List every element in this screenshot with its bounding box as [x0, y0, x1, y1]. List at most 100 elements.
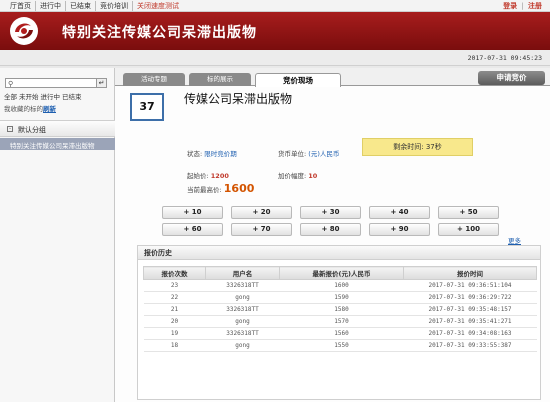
nav-home[interactable]: 厅首页 — [6, 1, 36, 11]
server-time: 2017-07-31 09:45:23 — [467, 54, 542, 62]
bid-time: 2017-07-31 09:33:55:387 — [403, 339, 537, 352]
remaining-time: 剩余时间: 37秒 — [362, 138, 473, 156]
bid-user: 3326318TT — [205, 303, 280, 316]
bid-history-title: 报价历史 — [138, 246, 540, 260]
bid-count: 19 — [143, 327, 206, 340]
bid-history-panel: 报价历史 报价次数 用户名 最新报价(元)人民币 报价时间 23 3326318… — [137, 245, 541, 400]
nav-close-speed-test[interactable]: 关闭速度测试 — [133, 1, 183, 11]
bid-plus-90-button[interactable]: + 90 — [369, 223, 430, 236]
filter-ended[interactable]: 已结束 — [62, 91, 82, 101]
bid-time: 2017-07-31 09:35:48:157 — [403, 303, 537, 316]
filter-not-started[interactable]: 未开始 — [19, 91, 39, 101]
bid-user: gong — [205, 291, 280, 304]
bid-plus-20-button[interactable]: + 20 — [231, 206, 292, 219]
start-price-value: 1200 — [210, 172, 229, 180]
bid-plus-60-button[interactable]: + 60 — [162, 223, 223, 236]
group-label: 默认分组 — [18, 126, 46, 134]
page-header: 特别关注传媒公司呆滞出版物 — [0, 12, 550, 50]
top-nav: 厅首页 进行中 已结束 竞价培训 关闭速度测试 登录 | 注册 — [0, 0, 550, 12]
bid-count: 23 — [143, 279, 206, 292]
bid-plus-40-button[interactable]: + 40 — [369, 206, 430, 219]
table-row: 18 gong 1550 2017-07-31 09:33:55:387 — [143, 339, 537, 352]
column-header: 用户名 — [205, 266, 280, 280]
bid-plus-50-button[interactable]: + 50 — [438, 206, 499, 219]
more-link[interactable]: 更多 — [508, 235, 521, 245]
status-info: 状态: 限时竞价期 — [187, 148, 237, 158]
bid-time: 2017-07-31 09:35:41:271 — [403, 315, 537, 328]
bid-count: 22 — [143, 291, 206, 304]
filter-ongoing[interactable]: 进行中 — [41, 91, 61, 101]
followed-label: 我收藏的标的 — [4, 105, 43, 113]
current-price-info: 当前最高价: 1600 — [187, 182, 254, 195]
auth-separator: | — [521, 2, 524, 10]
status-bar: 2017-07-31 09:45:23 — [0, 50, 550, 66]
swirl-logo-icon — [10, 17, 38, 45]
column-header: 报价次数 — [143, 266, 206, 280]
auth-links: 登录 | 注册 — [501, 1, 544, 11]
bid-plus-100-button[interactable]: + 100 — [438, 223, 499, 236]
bid-plus-70-button[interactable]: + 70 — [231, 223, 292, 236]
tab-bar: 活动专题 标的展示 竞价现场 申请竞价 — [115, 68, 550, 87]
apply-bid-button[interactable]: 申请竞价 — [478, 71, 545, 85]
bid-user: 3326318TT — [205, 279, 280, 292]
filter-all[interactable]: 全部 — [4, 91, 17, 101]
increment-value: 10 — [308, 172, 318, 180]
table-row: 22 gong 1590 2017-07-31 09:36:29:722 — [143, 291, 537, 304]
collapse-icon[interactable]: - — [7, 126, 13, 132]
bid-user: 3326318TT — [205, 327, 280, 340]
currency-value: (元)人民币 — [308, 150, 340, 158]
item-name: 传媒公司呆滞出版物 — [184, 92, 293, 106]
nav-ended[interactable]: 已结束 — [66, 1, 96, 11]
table-row: 19 3326318TT 1560 2017-07-31 09:34:08:16… — [143, 327, 537, 340]
bid-count: 21 — [143, 303, 206, 316]
enter-icon[interactable]: ↵ — [96, 78, 107, 88]
bid-count: 18 — [143, 339, 206, 352]
currency-label: 货币单位: — [278, 150, 307, 158]
bid-user: gong — [205, 339, 280, 352]
refresh-link[interactable]: 刷新 — [43, 105, 56, 113]
bid-price: 1580 — [279, 303, 404, 316]
start-price-info: 起始价: 1200 — [187, 170, 229, 180]
column-header: 最新报价(元)人民币 — [279, 266, 404, 280]
bid-price: 1590 — [279, 291, 404, 304]
group-header[interactable]: - 默认分组 — [0, 120, 115, 137]
login-link[interactable]: 登录 — [501, 2, 519, 10]
tab-activities[interactable]: 活动专题 — [123, 73, 185, 86]
tab-bidding[interactable]: 竞价现场 — [255, 73, 341, 87]
bid-history-table: 报价次数 用户名 最新报价(元)人民币 报价时间 23 3326318TT 16… — [143, 266, 537, 352]
bid-price: 1550 — [279, 339, 404, 352]
bid-time: 2017-07-31 09:36:29:722 — [403, 291, 537, 304]
sidebar-item-selected[interactable]: 特别关注传媒公司呆滞出版物 — [0, 138, 115, 150]
search-icon: ⚲ — [8, 80, 14, 88]
current-price-value: 1600 — [223, 182, 255, 195]
bid-plus-30-button[interactable]: + 30 — [300, 206, 361, 219]
bid-price: 1600 — [279, 279, 404, 292]
column-header: 报价时间 — [403, 266, 537, 280]
bid-plus-80-button[interactable]: + 80 — [300, 223, 361, 236]
main-panel: 活动专题 标的展示 竞价现场 申请竞价 37 传媒公司呆滞出版物 状态: 限时竞… — [115, 68, 550, 402]
status-label: 状态: — [187, 150, 203, 158]
nav-training[interactable]: 竞价培训 — [96, 1, 133, 11]
filter-links: 全部 未开始 进行中 已结束 — [4, 91, 82, 101]
sidebar: ⚲ ↵ 全部 未开始 进行中 已结束 我收藏的标的刷新 - 默认分组 特别关注传… — [0, 68, 115, 402]
status-value: 限时竞价期 — [204, 150, 237, 158]
tab-items[interactable]: 标的展示 — [189, 73, 251, 86]
lot-number-badge: 37 — [130, 93, 164, 121]
increment-label: 加价幅度: — [278, 172, 307, 180]
current-price-label: 当前最高价: — [187, 186, 222, 194]
currency-info: 货币单位: (元)人民币 — [278, 148, 339, 158]
search-input[interactable]: ⚲ — [5, 78, 105, 88]
register-link[interactable]: 注册 — [526, 2, 544, 10]
bid-count: 20 — [143, 315, 206, 328]
bid-price: 1570 — [279, 315, 404, 328]
table-row: 23 3326318TT 1600 2017-07-31 09:36:51:10… — [143, 279, 537, 292]
bid-plus-10-button[interactable]: + 10 — [162, 206, 223, 219]
nav-ongoing[interactable]: 进行中 — [36, 1, 66, 11]
followed-items: 我收藏的标的刷新 — [4, 103, 56, 113]
bid-price: 1560 — [279, 327, 404, 340]
top-nav-links: 厅首页 进行中 已结束 竞价培训 关闭速度测试 — [6, 1, 183, 11]
start-price-label: 起始价: — [187, 172, 209, 180]
bid-time: 2017-07-31 09:34:08:163 — [403, 327, 537, 340]
sidebar-item-label: 特别关注传媒公司呆滞出版物 — [10, 142, 95, 150]
increment-info: 加价幅度: 10 — [278, 170, 317, 180]
